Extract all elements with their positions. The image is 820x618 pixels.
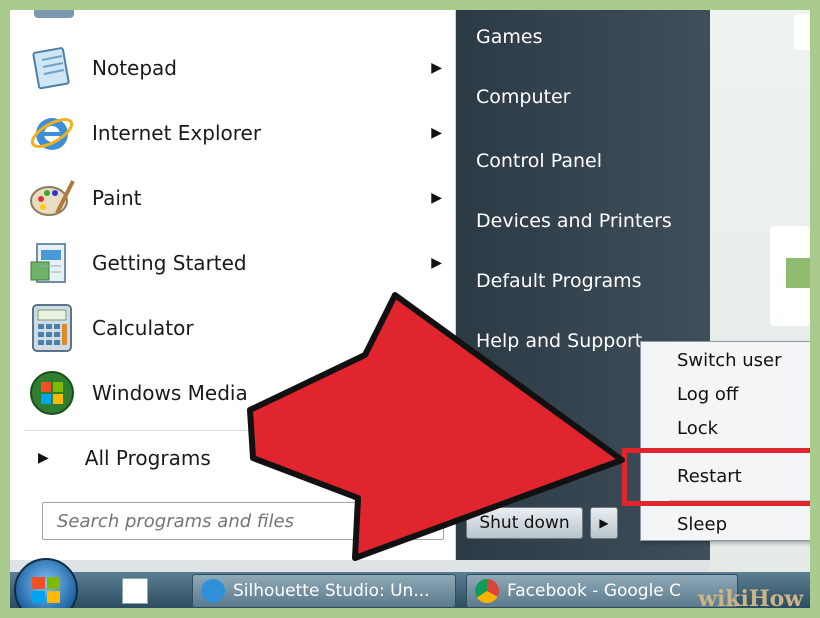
chevron-right-icon: ▶ — [599, 516, 609, 530]
taskbar-button-silhouette[interactable]: Silhouette Studio: Un... — [192, 574, 456, 608]
submenu-arrow-icon: ▶ — [431, 190, 442, 206]
wikihow-watermark: wikiHow — [698, 586, 804, 608]
all-programs-label: All Programs — [84, 446, 211, 470]
task-label: Silhouette Studio: Un... — [233, 581, 430, 601]
menu-item-switch-user[interactable]: Switch user — [677, 350, 782, 371]
getting-started-icon — [24, 235, 80, 291]
submenu-arrow-icon: ▶ — [431, 125, 442, 141]
taskbar: Silhouette Studio: Un... Facebook - Goog… — [10, 558, 810, 608]
internet-explorer-icon — [24, 105, 80, 161]
notepad-icon — [24, 40, 80, 96]
windows-logo-icon — [32, 577, 60, 603]
shutdown-button[interactable]: Shut down — [466, 507, 583, 539]
chrome-icon — [475, 579, 499, 603]
program-windows-media[interactable]: Windows Media — [24, 363, 444, 423]
screenshot-frame: Notepad ▶ Internet Explorer ▶ Paint ▶ Ge… — [10, 10, 810, 608]
submenu-arrow-icon: ▶ — [431, 60, 442, 76]
menu-item-sleep[interactable]: Sleep — [677, 514, 727, 535]
start-button[interactable] — [14, 558, 78, 608]
program-label: Windows Media — [92, 381, 248, 405]
expand-arrow-icon: ▶ — [38, 450, 49, 466]
menu-item-control-panel[interactable]: Control Panel — [476, 150, 602, 172]
divider — [24, 430, 444, 431]
menu-item-computer[interactable]: Computer — [476, 86, 570, 108]
program-calculator[interactable]: Calculator — [24, 298, 444, 358]
paint-icon — [24, 170, 80, 226]
menu-item-default-programs[interactable]: Default Programs — [476, 270, 642, 292]
calculator-icon — [24, 300, 80, 356]
program-label: Calculator — [92, 316, 194, 340]
desktop-green-square — [786, 258, 810, 288]
program-paint[interactable]: Paint ▶ — [24, 168, 444, 228]
submenu-arrow-icon: ▶ — [431, 255, 442, 271]
power-options-menu: Switch user Log off Lock Restart Sleep — [640, 341, 810, 541]
windows-media-icon — [24, 365, 80, 421]
program-notepad[interactable]: Notepad ▶ — [24, 38, 444, 98]
menu-item-devices-and-printers[interactable]: Devices and Printers — [476, 210, 672, 232]
program-internet-explorer[interactable]: Internet Explorer ▶ — [24, 103, 444, 163]
start-menu-programs-pane: Notepad ▶ Internet Explorer ▶ Paint ▶ Ge… — [10, 10, 456, 560]
program-label: Paint — [92, 186, 142, 210]
menu-item-games[interactable]: Games — [476, 26, 542, 48]
quick-launch-icon[interactable] — [122, 578, 148, 604]
all-programs-item[interactable]: ▶ All Programs — [38, 438, 211, 478]
menu-item-log-off[interactable]: Log off — [677, 384, 738, 405]
silhouette-icon — [201, 579, 225, 603]
program-getting-started[interactable]: Getting Started ▶ — [24, 233, 444, 293]
menu-item-lock[interactable]: Lock — [677, 418, 718, 439]
search-input[interactable] — [55, 509, 439, 533]
restart-highlight-box — [622, 448, 810, 506]
program-label: Notepad — [92, 56, 177, 80]
program-label: Internet Explorer — [92, 121, 262, 145]
program-label: Getting Started — [92, 251, 247, 275]
menu-item-help-and-support[interactable]: Help and Support — [476, 330, 642, 352]
task-label: Facebook - Google C — [507, 581, 682, 601]
shutdown-options-button[interactable]: ▶ — [590, 507, 618, 539]
search-box[interactable] — [42, 502, 444, 540]
